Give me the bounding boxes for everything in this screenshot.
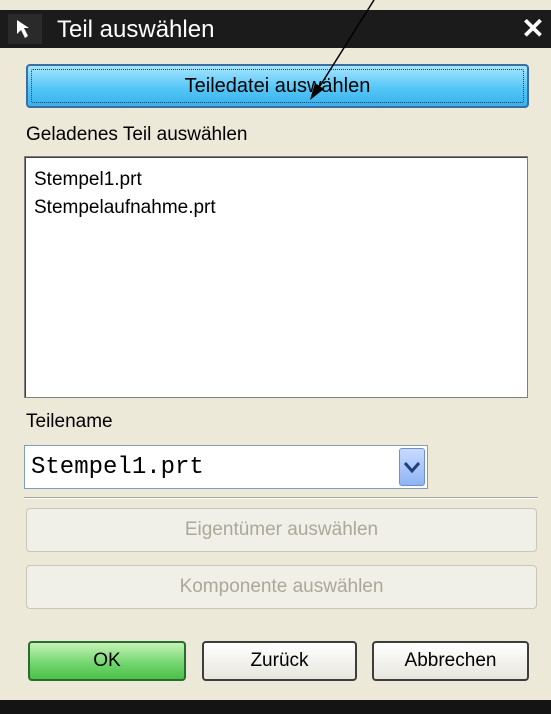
pointer-arrow-annotation: [310, 0, 375, 100]
